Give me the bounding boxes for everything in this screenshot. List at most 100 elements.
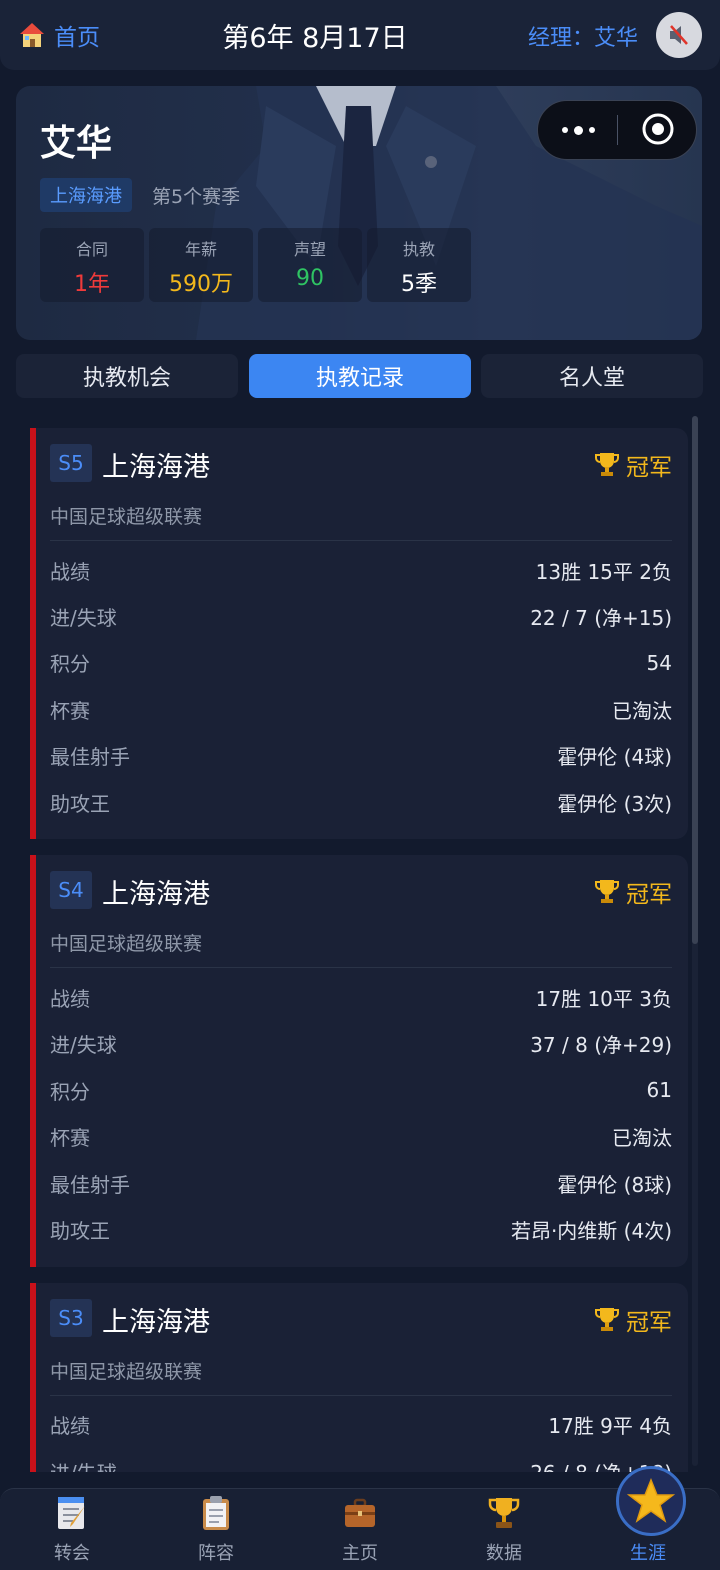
nav-label: 主页: [342, 1543, 378, 1564]
league-name: 中国足球超级联赛: [50, 1357, 672, 1396]
capsule-divider: [617, 115, 618, 145]
notepad-icon: [58, 1497, 85, 1529]
row-value: 已淘汰: [612, 698, 672, 723]
coaching-record-list[interactable]: S5 上海海港 冠军 中国足球超级联赛 战绩 13胜 15平 2负 进/失球 22 …: [30, 428, 688, 1472]
result-label: 冠军: [626, 1309, 672, 1336]
record-row: 进/失球26 / 8 (净+18): [50, 1448, 672, 1472]
row-value: 13胜 15平 2负: [535, 559, 672, 584]
more-dots-icon: [573, 125, 583, 135]
record-row: 进/失球 22 / 7 (净+15): [50, 593, 672, 639]
stat-value: 90: [296, 266, 324, 291]
row-value: 霍伊伦 (8球): [557, 1172, 672, 1197]
stat-salary: 年薪 590万: [149, 228, 253, 302]
record-row: 积分 54: [50, 640, 672, 686]
record-row: 最佳射手 霍伊伦 (8球): [50, 1160, 672, 1206]
tab-coaching-record[interactable]: 执教记录: [249, 354, 471, 398]
tab-hall-of-fame[interactable]: 名人堂: [481, 354, 703, 398]
career-tabs: 执教机会 执教记录 名人堂: [16, 354, 704, 398]
stat-seasons: 执教 5季: [367, 228, 471, 302]
record-row: 杯赛 已淘汰: [50, 1114, 672, 1160]
season-tag: S3: [50, 1298, 92, 1337]
season-tag: S4: [50, 871, 92, 910]
trophy-icon: [488, 1498, 520, 1528]
stat-label: 声望: [293, 240, 326, 259]
row-value: 37 / 8 (净+29): [530, 1033, 672, 1058]
record-team: 上海海港: [102, 452, 210, 483]
stat-reputation: 声望 90: [258, 228, 362, 302]
result-badge: 冠军: [594, 875, 672, 909]
league-name: 中国足球超级联赛: [50, 502, 672, 541]
record-row: 杯赛 已淘汰: [50, 686, 672, 732]
row-value: 61: [646, 1078, 672, 1103]
stat-contract: 合同 1年: [40, 228, 144, 302]
result-badge: 冠军: [594, 1303, 672, 1337]
nav-transfer[interactable]: 转会: [0, 1489, 144, 1570]
record-row: 积分 61: [50, 1067, 672, 1113]
record-row: 战绩 17胜 9平 4负: [50, 1402, 672, 1448]
row-value: 已淘汰: [612, 1126, 672, 1151]
record-row: 最佳射手 霍伊伦 (4球): [50, 733, 672, 779]
row-value: 霍伊伦 (3次): [557, 791, 672, 816]
trophy-icon: [595, 880, 619, 904]
record-row: 战绩 13胜 15平 2负: [50, 547, 672, 593]
row-value: 17胜 10平 3负: [535, 987, 672, 1012]
row-label: 进/失球: [50, 606, 117, 631]
nav-label: 转会: [54, 1543, 90, 1564]
league-name: 中国足球超级联赛: [50, 929, 672, 969]
row-label: 战绩: [50, 1414, 90, 1439]
row-label: 最佳射手: [50, 745, 130, 770]
scrollbar-thumb[interactable]: [692, 416, 698, 944]
record-team: 上海海港: [102, 879, 210, 911]
trophy-icon: [595, 1307, 619, 1331]
row-label: 助攻王: [50, 791, 110, 816]
close-miniprogram-icon[interactable]: [641, 112, 675, 146]
record-row: 助攻王 若昂·内维斯 (4次): [50, 1206, 672, 1252]
nav-lineup[interactable]: 阵容: [144, 1489, 288, 1570]
tab-coaching-offers[interactable]: 执教机会: [16, 354, 238, 398]
record-row: 助攻王 霍伊伦 (3次): [50, 779, 672, 825]
team-badge: 上海海港: [40, 178, 132, 212]
row-label: 助攻王: [50, 1218, 110, 1243]
manager-name[interactable]: 经理：艾华: [528, 20, 638, 52]
trophy-icon: [595, 453, 619, 476]
nav-data[interactable]: 数据: [432, 1489, 576, 1570]
result-label: 冠军: [626, 882, 672, 909]
row-value: 霍伊伦 (4球): [557, 745, 672, 770]
result-label: 冠军: [626, 455, 672, 481]
season-count: 第5个赛季: [152, 186, 241, 208]
stat-label: 执教: [402, 240, 435, 259]
stat-value: 1年: [74, 272, 110, 297]
mute-button[interactable]: [656, 12, 702, 58]
star-icon: [627, 1477, 675, 1523]
more-dots-icon: [588, 127, 595, 133]
row-label: 积分: [50, 1079, 90, 1104]
row-value: 22 / 7 (净+15): [530, 606, 672, 631]
row-label: 进/失球: [50, 1457, 117, 1472]
season-record-card: S5 上海海港 冠军 中国足球超级联赛 战绩 13胜 15平 2负 进/失球 22 …: [30, 428, 688, 840]
nav-label: 生涯: [630, 1543, 666, 1564]
record-row: 进/失球 37 / 8 (净+29): [50, 1021, 672, 1067]
briefcase-icon: [345, 1498, 375, 1527]
more-dots-icon: [561, 127, 568, 133]
season-record-card: S3 上海海港 冠军 中国足球超级联赛 战绩 17胜 9平 4负 进/失球26 /…: [30, 1282, 688, 1472]
row-label: 杯赛: [50, 1126, 90, 1151]
row-label: 战绩: [50, 559, 90, 584]
nav-label: 阵容: [198, 1543, 234, 1564]
result-badge: 冠军: [594, 448, 672, 482]
more-menu-button[interactable]: [558, 113, 598, 147]
row-label: 杯赛: [50, 698, 90, 723]
season-tag: S5: [50, 444, 92, 482]
record-row: 战绩 17胜 10平 3负: [50, 974, 672, 1020]
nav-label: 数据: [486, 1543, 522, 1564]
manager-name-title: 艾华: [40, 123, 113, 164]
stat-value: 5季: [401, 272, 437, 297]
row-label: 最佳射手: [50, 1172, 130, 1197]
row-label: 战绩: [50, 987, 90, 1012]
career-star-button[interactable]: [616, 1466, 686, 1536]
row-label: 进/失球: [50, 1033, 117, 1058]
row-value: 17胜 9平 4负: [548, 1414, 672, 1439]
nav-home[interactable]: 主页: [288, 1489, 432, 1570]
clipboard-icon: [203, 1496, 229, 1530]
bottom-nav: 转会 阵容 主页 数据 生涯: [0, 1488, 720, 1570]
record-team: 上海海港: [102, 1306, 210, 1338]
